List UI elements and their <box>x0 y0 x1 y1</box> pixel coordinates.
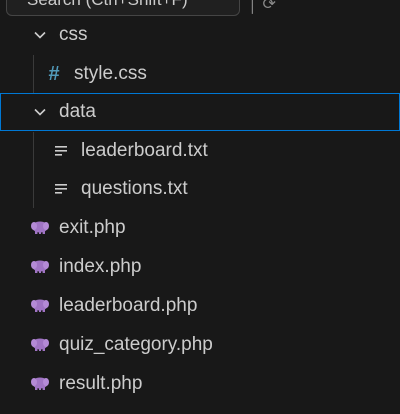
tooltip-text: Search (Ctrl+Shift+F) <box>27 0 188 10</box>
elephant-icon <box>29 220 51 236</box>
elephant-icon <box>29 298 51 314</box>
file-explorer: Search (Ctrl+Shift+F) │ ⟳ css # style.cs… <box>0 0 400 414</box>
file-leaderboard-txt[interactable]: leaderboard.txt <box>0 132 400 170</box>
chevron-down-icon <box>31 26 49 44</box>
elephant-icon <box>29 337 51 353</box>
file-quiz-category-php[interactable]: quiz_category.php <box>0 326 400 364</box>
file-leaderboard-txt-label: leaderboard.txt <box>81 140 208 161</box>
file-result-php[interactable]: result.php <box>0 365 400 403</box>
lines-icon <box>52 182 70 196</box>
file-style-css-label: style.css <box>74 63 147 84</box>
file-leaderboard-php-label: leaderboard.php <box>59 295 198 316</box>
file-result-php-label: result.php <box>59 373 143 394</box>
hash-icon: # <box>48 62 60 85</box>
elephant-icon <box>29 259 51 275</box>
file-index-php[interactable]: index.php <box>0 248 400 286</box>
tooltip-tail: │ ⟳ <box>248 0 276 13</box>
folder-data[interactable]: data <box>0 93 400 131</box>
elephant-icon <box>29 376 51 392</box>
file-quiz-category-php-label: quiz_category.php <box>59 334 213 355</box>
folder-css[interactable]: css <box>0 16 400 54</box>
file-exit-php-label: exit.php <box>59 217 126 238</box>
file-exit-php[interactable]: exit.php <box>0 209 400 247</box>
folder-css-label: css <box>59 24 88 45</box>
file-questions-txt[interactable]: questions.txt <box>0 170 400 208</box>
lines-icon <box>52 144 70 158</box>
search-tooltip: Search (Ctrl+Shift+F) <box>6 0 240 16</box>
file-style-css[interactable]: # style.css <box>0 55 400 93</box>
file-index-php-label: index.php <box>59 256 142 277</box>
folder-data-label: data <box>59 101 96 122</box>
file-questions-txt-label: questions.txt <box>81 178 188 199</box>
chevron-down-icon <box>31 103 49 121</box>
file-leaderboard-php[interactable]: leaderboard.php <box>0 287 400 325</box>
